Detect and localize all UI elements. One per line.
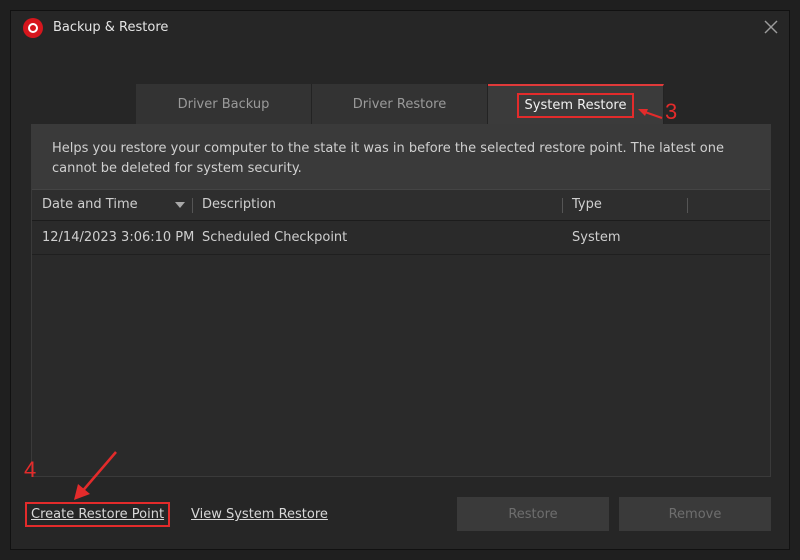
close-button[interactable]: [763, 19, 779, 35]
tab-label: Driver Backup: [177, 97, 270, 112]
title-bar: Backup & Restore: [11, 11, 789, 45]
remove-button[interactable]: Remove: [619, 497, 771, 531]
column-divider[interactable]: [562, 198, 563, 213]
tab-bar: Driver Backup Driver Restore System Rest…: [136, 84, 664, 125]
tab-label: Driver Restore: [352, 97, 447, 112]
column-type[interactable]: Type: [572, 190, 602, 220]
restore-button[interactable]: Restore: [457, 497, 609, 531]
info-text: Helps you restore your computer to the s…: [32, 125, 770, 189]
column-divider[interactable]: [192, 198, 193, 213]
sort-down-icon[interactable]: [175, 202, 185, 208]
table-header: Date and Time Description Type: [32, 189, 770, 221]
cell-description: Scheduled Checkpoint: [202, 230, 348, 245]
annotation-step-3: 3: [665, 99, 678, 124]
column-description[interactable]: Description: [202, 190, 276, 220]
annotation-arrow-3: [638, 109, 663, 119]
restore-panel: Helps you restore your computer to the s…: [31, 124, 771, 477]
create-restore-point-link[interactable]: Create Restore Point: [25, 502, 171, 527]
tab-driver-backup[interactable]: Driver Backup: [136, 84, 312, 125]
column-divider[interactable]: [687, 198, 688, 213]
view-system-restore-link[interactable]: View System Restore: [191, 507, 328, 522]
backup-restore-window: Backup & Restore Driver Backup Driver Re…: [10, 10, 790, 550]
annotation-arrow-4: [74, 451, 117, 500]
app-logo-icon: [23, 18, 43, 38]
column-date-time[interactable]: Date and Time: [42, 190, 138, 220]
tab-label: System Restore: [516, 93, 635, 118]
tab-driver-restore[interactable]: Driver Restore: [312, 84, 488, 125]
cell-type: System: [572, 230, 621, 245]
table-row[interactable]: 12/14/2023 3:06:10 PM Scheduled Checkpoi…: [32, 221, 770, 255]
close-icon: [764, 20, 778, 34]
annotation-step-4: 4: [24, 457, 37, 482]
cell-date: 12/14/2023 3:06:10 PM: [42, 230, 195, 245]
window-title: Backup & Restore: [53, 20, 169, 35]
